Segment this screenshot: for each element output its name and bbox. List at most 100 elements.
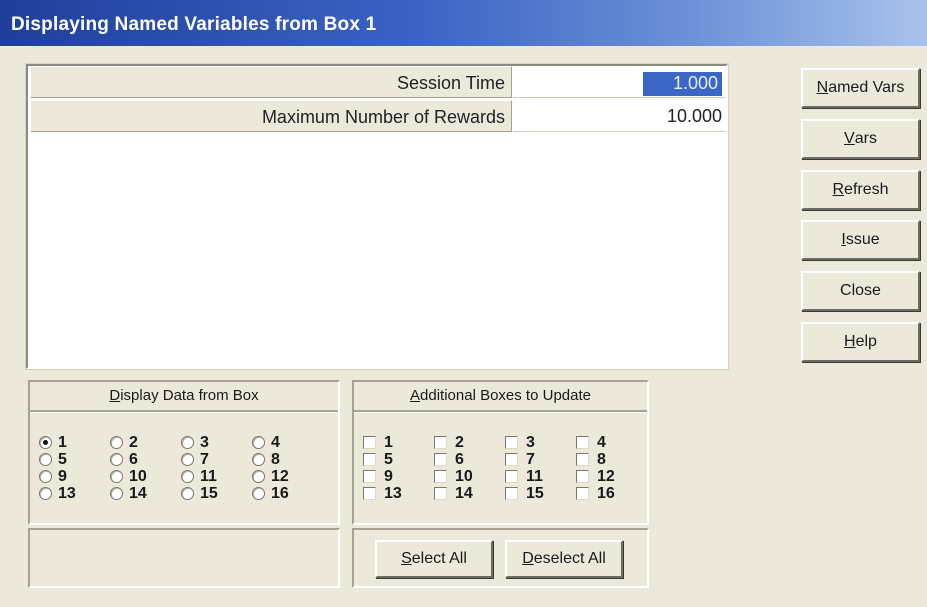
box-checkbox-7[interactable]: 7 — [505, 451, 576, 468]
refresh-button[interactable]: Refresh — [801, 170, 920, 210]
radio-icon[interactable] — [39, 487, 52, 500]
additional-boxes-actions-area: Select All Deselect All — [352, 528, 649, 588]
radio-icon[interactable] — [252, 436, 265, 449]
box-radio-16[interactable]: 16 — [252, 485, 323, 502]
box-checkbox-9[interactable]: 9 — [363, 468, 434, 485]
checkbox-icon[interactable] — [434, 453, 447, 466]
radio-label: 5 — [58, 450, 67, 468]
radio-icon[interactable] — [252, 487, 265, 500]
radio-icon[interactable] — [39, 453, 52, 466]
box-checkbox-15[interactable]: 15 — [505, 485, 576, 502]
checkbox-icon[interactable] — [363, 470, 376, 483]
box-checkbox-11[interactable]: 11 — [505, 468, 576, 485]
box-radio-15[interactable]: 15 — [181, 485, 252, 502]
additional-boxes-checkbox-grid: 1 2 3 4 5 6 7 8 9 10 11 12 13 14 15 16 — [363, 434, 647, 502]
box-radio-10[interactable]: 10 — [110, 468, 181, 485]
select-all-button[interactable]: Select All — [375, 540, 493, 578]
radio-icon[interactable] — [110, 470, 123, 483]
checkbox-label: 13 — [384, 484, 402, 502]
checkbox-icon[interactable] — [363, 453, 376, 466]
box-radio-8[interactable]: 8 — [252, 451, 323, 468]
box-checkbox-13[interactable]: 13 — [363, 485, 434, 502]
close-button[interactable]: Close — [801, 271, 920, 311]
checkbox-icon[interactable] — [434, 487, 447, 500]
box-radio-13[interactable]: 13 — [39, 485, 110, 502]
box-checkbox-6[interactable]: 6 — [434, 451, 505, 468]
checkbox-icon[interactable] — [505, 436, 518, 449]
checkbox-icon[interactable] — [576, 470, 589, 483]
box-radio-5[interactable]: 5 — [39, 451, 110, 468]
box-checkbox-3[interactable]: 3 — [505, 434, 576, 451]
checkbox-label: 8 — [597, 450, 606, 468]
checkbox-icon[interactable] — [576, 453, 589, 466]
checkbox-icon[interactable] — [576, 436, 589, 449]
box-checkbox-8[interactable]: 8 — [576, 451, 647, 468]
checkbox-icon[interactable] — [505, 487, 518, 500]
box-checkbox-1[interactable]: 1 — [363, 434, 434, 451]
variable-value[interactable]: 10.000 — [513, 100, 726, 132]
radio-label: 2 — [129, 433, 138, 451]
box-checkbox-14[interactable]: 14 — [434, 485, 505, 502]
checkbox-label: 15 — [526, 484, 544, 502]
hotkey-letter: R — [832, 181, 845, 198]
additional-boxes-group: Additional Boxes to Update 1 2 3 4 5 6 7… — [352, 380, 649, 525]
box-radio-7[interactable]: 7 — [181, 451, 252, 468]
box-radio-1[interactable]: 1 — [39, 434, 110, 451]
box-radio-3[interactable]: 3 — [181, 434, 252, 451]
box-checkbox-12[interactable]: 12 — [576, 468, 647, 485]
radio-icon[interactable] — [181, 487, 194, 500]
box-checkbox-16[interactable]: 16 — [576, 485, 647, 502]
vars-button[interactable]: Vars — [801, 119, 920, 159]
button-label: eselect All — [533, 550, 606, 567]
checkbox-icon[interactable] — [576, 487, 589, 500]
box-checkbox-5[interactable]: 5 — [363, 451, 434, 468]
named-vars-button[interactable]: Named Vars — [801, 68, 920, 108]
radio-icon[interactable] — [181, 453, 194, 466]
box-radio-9[interactable]: 9 — [39, 468, 110, 485]
checkbox-icon[interactable] — [505, 470, 518, 483]
checkbox-label: 5 — [384, 450, 393, 468]
variable-value-cell[interactable]: 1.000 — [513, 66, 726, 98]
radio-label: 16 — [271, 484, 289, 502]
box-radio-4[interactable]: 4 — [252, 434, 323, 451]
checkbox-icon[interactable] — [505, 453, 518, 466]
radio-icon[interactable] — [110, 487, 123, 500]
box-radio-14[interactable]: 14 — [110, 485, 181, 502]
variable-value[interactable]: 1.000 — [642, 72, 722, 96]
checkbox-icon[interactable] — [363, 487, 376, 500]
button-label: ars — [854, 130, 877, 147]
radio-icon[interactable] — [181, 470, 194, 483]
checkbox-label: 7 — [526, 450, 535, 468]
radio-icon[interactable] — [181, 436, 194, 449]
variable-row-session-time: Session Time 1.000 — [30, 66, 726, 98]
box-checkbox-4[interactable]: 4 — [576, 434, 647, 451]
radio-selected-icon[interactable] — [39, 436, 52, 449]
box-checkbox-10[interactable]: 10 — [434, 468, 505, 485]
box-radio-6[interactable]: 6 — [110, 451, 181, 468]
display-box-group: Display Data from Box 1 2 3 4 5 6 7 8 9 … — [28, 380, 340, 525]
checkbox-icon[interactable] — [363, 436, 376, 449]
deselect-all-button[interactable]: Deselect All — [505, 540, 623, 578]
window-title-bar: Displaying Named Variables from Box 1 — [0, 0, 927, 46]
radio-label: 14 — [129, 484, 147, 502]
hotkey-letter: H — [844, 333, 856, 350]
radio-icon[interactable] — [110, 436, 123, 449]
hotkey-letter: S — [401, 550, 412, 567]
additional-boxes-header: Additional Boxes to Update — [354, 382, 647, 412]
radio-icon[interactable] — [110, 453, 123, 466]
radio-icon[interactable] — [252, 470, 265, 483]
hotkey-letter: A — [410, 387, 421, 404]
radio-label: 6 — [129, 450, 138, 468]
box-radio-2[interactable]: 2 — [110, 434, 181, 451]
checkbox-icon[interactable] — [434, 436, 447, 449]
radio-icon[interactable] — [252, 453, 265, 466]
box-radio-11[interactable]: 11 — [181, 468, 252, 485]
radio-label: 13 — [58, 484, 76, 502]
box-checkbox-2[interactable]: 2 — [434, 434, 505, 451]
help-button[interactable]: Help — [801, 322, 920, 362]
radio-icon[interactable] — [39, 470, 52, 483]
button-label: Close — [840, 282, 881, 299]
box-radio-12[interactable]: 12 — [252, 468, 323, 485]
checkbox-icon[interactable] — [434, 470, 447, 483]
issue-button[interactable]: Issue — [801, 220, 920, 260]
